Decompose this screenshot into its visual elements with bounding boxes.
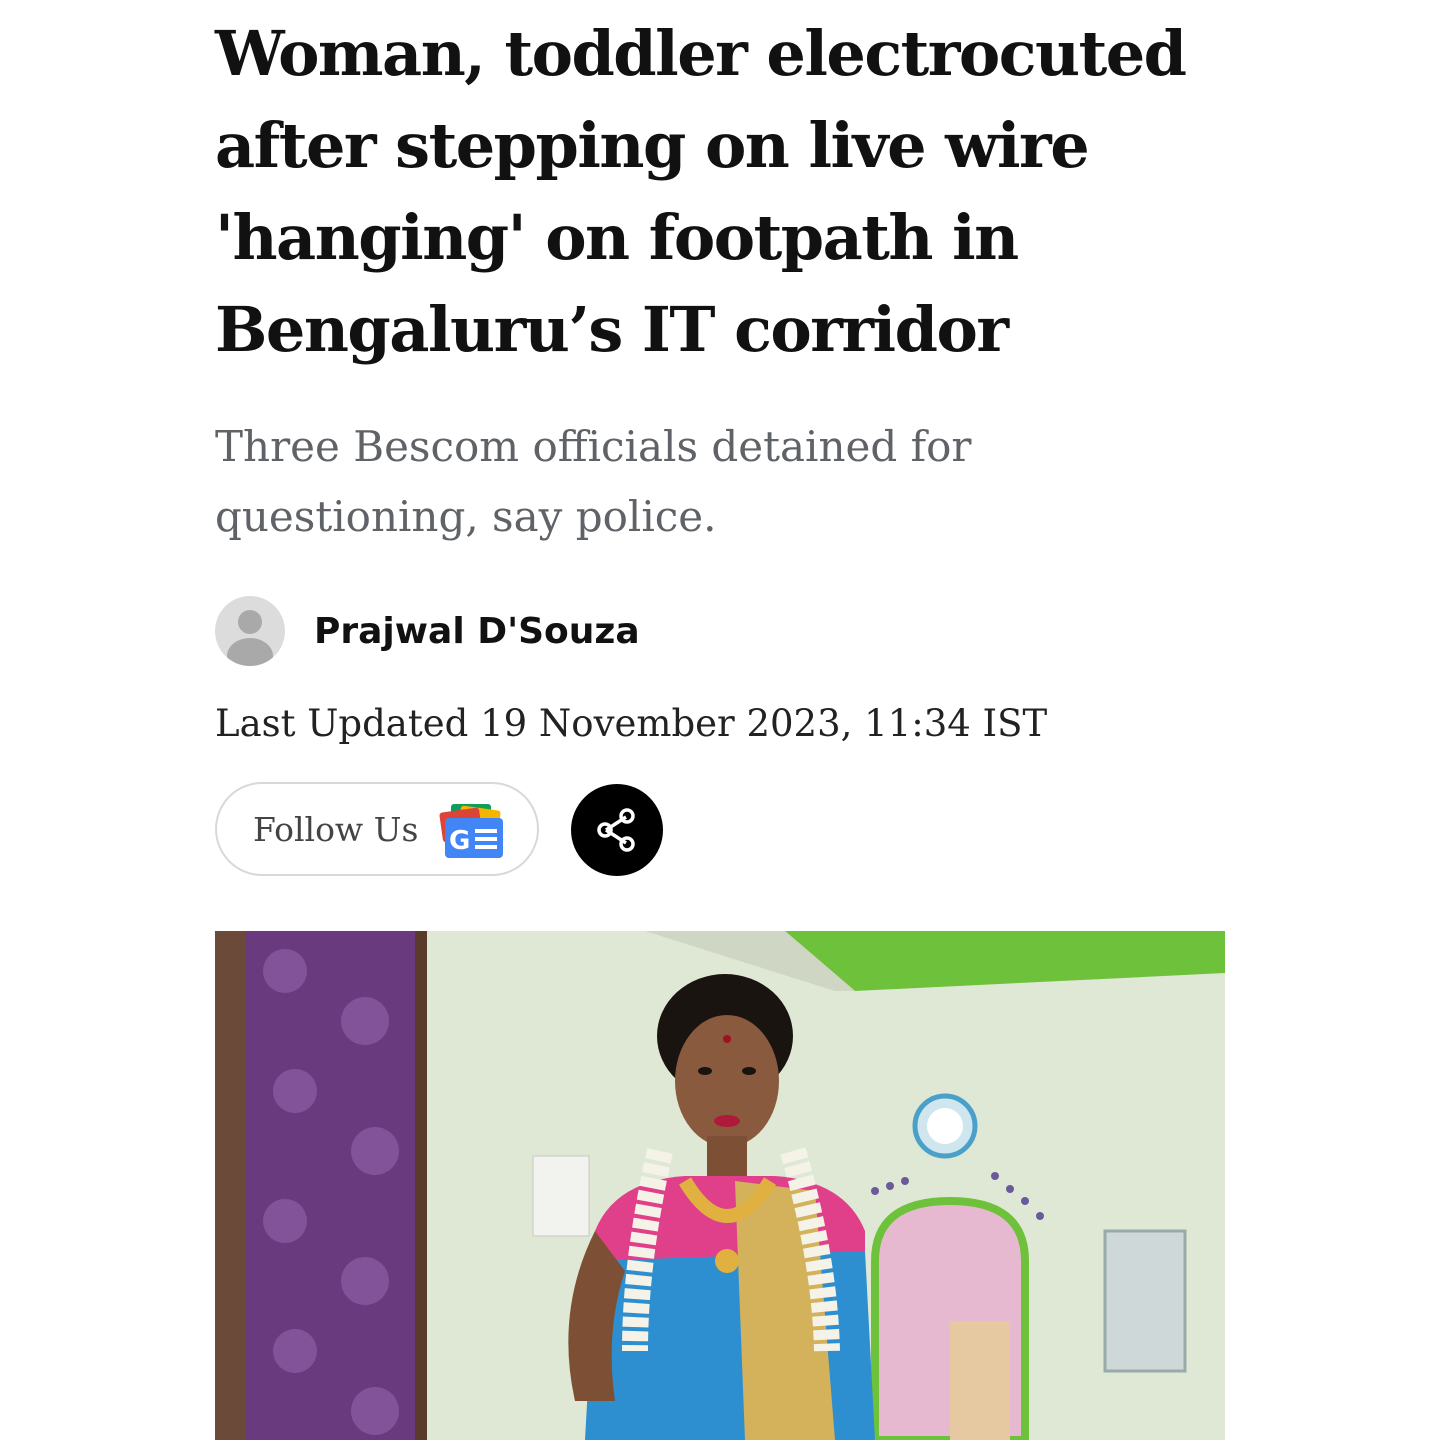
headline-line: 'hanging' on footpath in — [215, 201, 1019, 274]
last-updated: Last Updated 19 November 2023, 11:34 IST — [215, 702, 1048, 745]
headline-line: Bengaluru’s IT corridor — [215, 293, 1009, 366]
headline-line: after stepping on live wire — [215, 109, 1090, 182]
avatar[interactable] — [215, 596, 285, 666]
share-icon — [597, 808, 635, 852]
headline: Woman, toddler electrocuted after steppi… — [215, 8, 1215, 376]
avatar-shoulders — [227, 638, 273, 666]
share-button[interactable] — [571, 784, 663, 876]
avatar-head — [238, 610, 262, 634]
photo-illustration — [215, 931, 1225, 1440]
svg-text:G: G — [449, 826, 470, 856]
follow-us-label: Follow Us — [253, 809, 419, 849]
author-name[interactable]: Prajwal D'Souza — [314, 611, 640, 652]
author-byline[interactable]: Prajwal D'Souza — [215, 596, 640, 666]
subheadline-line: questioning, say police. — [215, 492, 717, 541]
subheadline: Three Bescom officials detained for ques… — [215, 412, 1075, 552]
subheadline-line: Three Bescom officials detained for — [215, 422, 972, 471]
follow-us-button[interactable]: Follow Us G — [215, 782, 539, 876]
article-photo[interactable] — [215, 931, 1225, 1440]
google-news-icon: G — [439, 804, 503, 858]
headline-line: Woman, toddler electrocuted — [215, 17, 1187, 90]
